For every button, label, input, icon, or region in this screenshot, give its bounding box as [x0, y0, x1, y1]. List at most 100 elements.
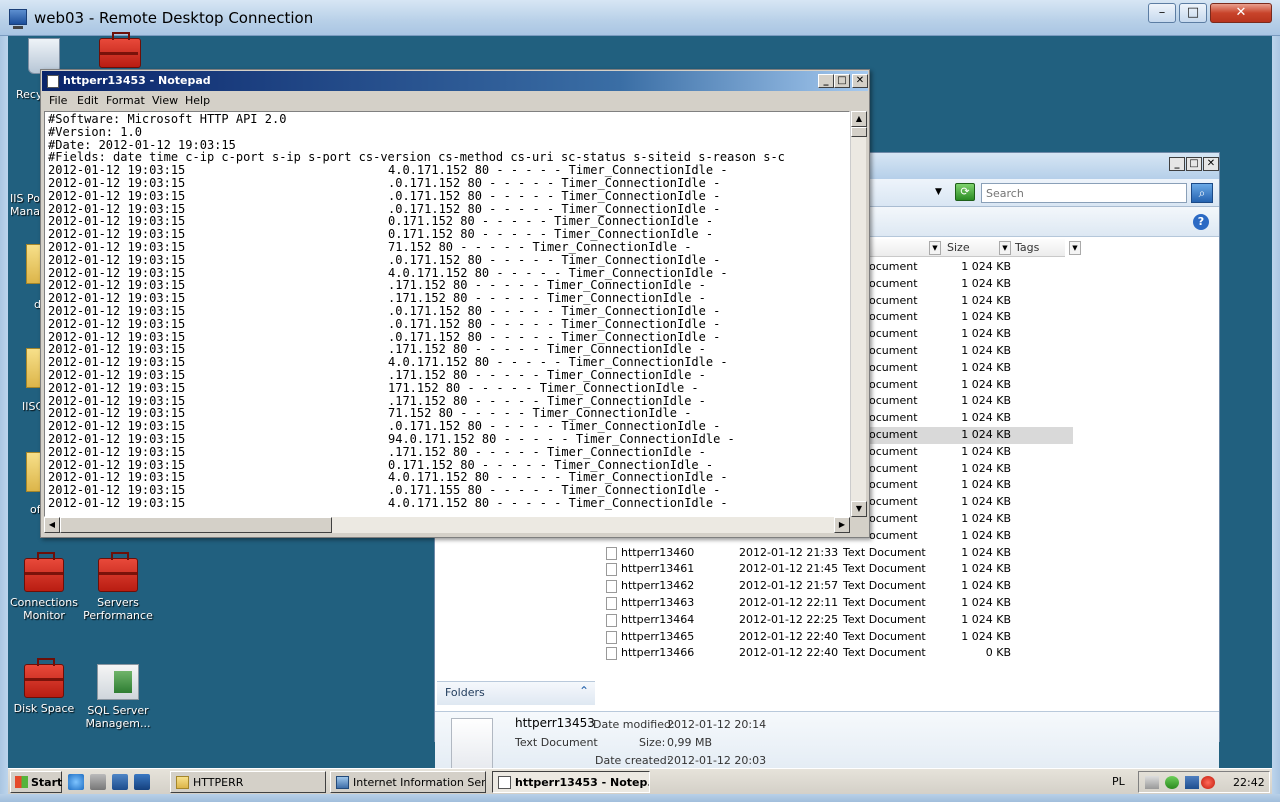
desktop-icon-toolbox-top[interactable]: [82, 32, 158, 68]
language-indicator[interactable]: PL: [1112, 775, 1125, 788]
scroll-right-icon[interactable]: ▶: [834, 517, 850, 533]
network-check-icon[interactable]: [1165, 776, 1179, 789]
text-document-icon: [451, 718, 493, 772]
vertical-scrollbar[interactable]: ▲ ▼: [850, 111, 867, 517]
file-date: 2012-01-12 22:25: [739, 612, 839, 626]
file-type: ocument: [869, 411, 918, 425]
help-icon[interactable]: ?: [1193, 214, 1209, 230]
horizontal-scrollbar[interactable]: ◀ ▶: [44, 517, 850, 533]
file-date: 2012-01-12 22:40: [739, 646, 839, 660]
internet-explorer-icon[interactable]: [68, 774, 84, 790]
explorer-minimize-button[interactable]: _: [1169, 157, 1185, 171]
folders-toggle[interactable]: Folders ⌃: [437, 681, 595, 705]
explorer-maximize-button[interactable]: □: [1186, 157, 1202, 171]
notepad-maximize-button[interactable]: □: [834, 74, 850, 88]
log-timestamp: 2012-01-12 19:03:15: [48, 367, 186, 382]
file-size: 1 024 KB: [961, 293, 1011, 307]
show-desktop-icon[interactable]: [112, 774, 128, 790]
log-entry: 94.0.171.152 80 - - - - - Timer_Connecti…: [388, 431, 735, 446]
notepad-titlebar[interactable]: httperr13453 - Notepad _ □ ✕: [42, 71, 868, 91]
iis-label-line2: Mana: [10, 205, 40, 218]
log-timestamp: 2012-01-12 19:03:15: [48, 444, 186, 459]
text-file-icon: [606, 580, 617, 594]
scroll-left-icon[interactable]: ◀: [44, 517, 60, 533]
log-timestamp: 2012-01-12 19:03:15: [48, 252, 186, 267]
log-timestamp: 2012-01-12 19:03:15: [48, 188, 186, 203]
file-type: ocument: [869, 495, 918, 509]
log-entry: .0.171.155 80 - - - - - Timer_Connection…: [388, 483, 721, 498]
rdp-maximize-button[interactable]: □: [1179, 3, 1207, 23]
file-type: Text Document: [843, 595, 926, 609]
file-row[interactable]: httperr13466 2012-01-12 22:40 Text Documen…: [603, 645, 1073, 662]
rdp-titlebar[interactable]: web03 - Remote Desktop Connection – □ ✕: [0, 0, 1280, 36]
column-dropdown-icon[interactable]: ▼: [929, 241, 941, 255]
start-label: Start: [31, 776, 63, 789]
network-connection-icon[interactable]: [1185, 776, 1199, 789]
file-row[interactable]: httperr13462 2012-01-12 21:57 Text Documen…: [603, 578, 1073, 595]
rdp-close-button[interactable]: ✕: [1210, 3, 1272, 23]
file-type: ocument: [869, 260, 918, 273]
explorer-close-button[interactable]: ✕: [1203, 157, 1219, 171]
notepad-text-area[interactable]: #Software: Microsoft HTTP API 2.0 #Versio…: [44, 111, 850, 517]
notepad-icon: [47, 75, 59, 88]
horizontal-scroll-thumb[interactable]: [60, 517, 332, 533]
recycle-bin-label: Recy: [16, 88, 43, 101]
task-notepad[interactable]: httperr13453 - Notep...: [492, 771, 650, 793]
menu-file[interactable]: File: [49, 94, 67, 107]
menu-edit[interactable]: Edit: [77, 94, 98, 107]
file-row[interactable]: httperr13461 2012-01-12 21:45 Text Documen…: [603, 561, 1073, 578]
menu-help[interactable]: Help: [185, 94, 210, 107]
icon-label: Servers: [97, 596, 139, 609]
file-row[interactable]: httperr13460 2012-01-12 21:33 Text Documen…: [603, 545, 1073, 562]
file-size: 1 024 KB: [961, 562, 1011, 576]
log-timestamp: 2012-01-12 19:03:15: [48, 239, 186, 254]
menu-view[interactable]: View: [152, 94, 178, 107]
scroll-up-icon[interactable]: ▲: [851, 111, 867, 127]
file-size: 1 024 KB: [961, 612, 1011, 626]
refresh-icon[interactable]: ⟳: [955, 183, 975, 201]
security-alert-icon[interactable]: [1201, 776, 1215, 789]
details-size-label: Size:: [639, 736, 666, 749]
text-file-icon: [606, 613, 617, 627]
server-manager-icon[interactable]: [90, 774, 106, 790]
notepad-close-button[interactable]: ✕: [852, 74, 868, 88]
vertical-scroll-thumb[interactable]: [851, 127, 867, 137]
column-dropdown-icon[interactable]: ▼: [1069, 241, 1081, 255]
file-size: 1 024 KB: [961, 310, 1011, 324]
desktop-icon-connections-monitor[interactable]: Connections Monitor: [6, 552, 82, 622]
desktop-icon-disk-space[interactable]: Disk Space: [6, 658, 82, 715]
icon-label: Performance: [83, 609, 153, 622]
address-dropdown-icon[interactable]: ▼: [935, 187, 942, 197]
scroll-down-icon[interactable]: ▼: [851, 501, 867, 517]
start-button[interactable]: Start: [10, 771, 62, 793]
file-row[interactable]: httperr13465 2012-01-12 22:40 Text Documen…: [603, 629, 1073, 646]
log-line: 2012-01-12 19:03:15 .0.171.152 80 - - - -…: [48, 305, 785, 318]
file-type: ocument: [869, 360, 918, 374]
rdp-minimize-button[interactable]: –: [1148, 3, 1176, 23]
iis-label-line1: IIS Po: [10, 192, 40, 205]
column-dropdown-icon[interactable]: ▼: [999, 241, 1011, 255]
notepad-minimize-button[interactable]: _: [818, 74, 834, 88]
column-header-tags[interactable]: Tags: [1015, 241, 1039, 254]
clock: 22:42: [1233, 776, 1265, 789]
file-type: ocument: [869, 343, 918, 357]
column-header-size[interactable]: Size: [947, 241, 970, 254]
chevron-up-icon[interactable]: ⌃: [579, 684, 589, 698]
file-row[interactable]: httperr13464 2012-01-12 22:25 Text Documen…: [603, 612, 1073, 629]
log-timestamp: 2012-01-12 19:03:15: [48, 483, 186, 498]
file-name: httperr13461: [621, 562, 695, 576]
command-prompt-icon[interactable]: [134, 774, 150, 790]
file-row[interactable]: httperr13463 2012-01-12 22:11 Text Documen…: [603, 595, 1073, 612]
keyboard-icon[interactable]: [1145, 776, 1159, 789]
notepad-window[interactable]: httperr13453 - Notepad _ □ ✕ File Edit F…: [40, 69, 870, 538]
file-size: 0 KB: [985, 646, 1011, 660]
desktop-icon-servers-performance[interactable]: Servers Performance: [80, 552, 156, 622]
log-timestamp: 2012-01-12 19:03:15: [48, 175, 186, 190]
desktop-icon-sql-server-management[interactable]: SQL Server Managem...: [80, 664, 156, 730]
file-size: 1 024 KB: [961, 276, 1011, 290]
task-iis-manager[interactable]: Internet Information Ser...: [330, 771, 486, 793]
search-input[interactable]: [981, 183, 1187, 203]
menu-format[interactable]: Format: [106, 94, 145, 107]
task-httperr-folder[interactable]: HTTPERR: [170, 771, 326, 793]
search-icon[interactable]: ⌕: [1191, 183, 1213, 203]
